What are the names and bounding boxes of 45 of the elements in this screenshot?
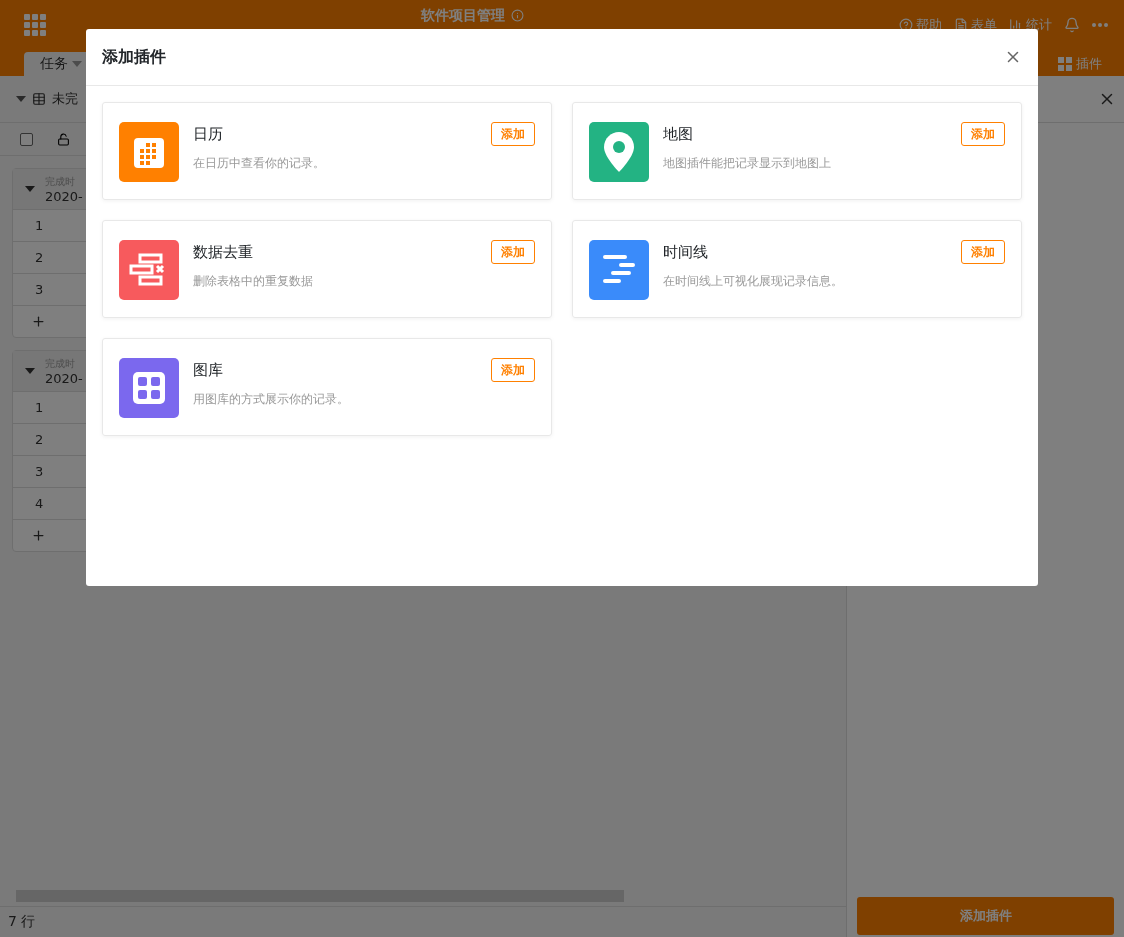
table-icon — [32, 92, 46, 106]
gallery-icon — [131, 370, 167, 406]
plugin-description: 地图插件能把记录显示到地图上 — [663, 155, 832, 172]
row-count: 7 行 — [8, 913, 36, 931]
plugin-name: 图库 — [193, 361, 224, 380]
row-number: 1 — [35, 400, 44, 415]
plugin-description: 在时间线上可视化展现记录信息。 — [663, 273, 844, 290]
map-pin-icon — [604, 132, 634, 172]
add-button[interactable]: 添加 — [491, 240, 535, 264]
add-button[interactable]: 添加 — [961, 240, 1005, 264]
caret-icon — [25, 186, 35, 192]
add-button[interactable]: 添加 — [961, 122, 1005, 146]
lock-icon[interactable] — [57, 132, 70, 146]
row-number: 2 — [35, 432, 44, 447]
plugin-name: 地图 — [663, 125, 694, 144]
caret-icon — [25, 368, 35, 374]
view-name[interactable]: 未完 — [52, 90, 78, 108]
group-value: 2020- — [45, 188, 83, 204]
row-number: 3 — [35, 282, 44, 297]
add-button[interactable]: 添加 — [491, 358, 535, 382]
row-number: 2 — [35, 250, 44, 265]
app-title: 软件项目管理 — [421, 7, 505, 23]
plugin-description: 用图库的方式展示你的记录。 — [193, 391, 350, 408]
dialog-title: 添加插件 — [102, 46, 166, 68]
info-icon — [511, 8, 524, 22]
plugin-grid-icon — [1058, 57, 1072, 71]
more-icon — [1092, 23, 1108, 27]
add-button[interactable]: 添加 — [491, 122, 535, 146]
row-number: 3 — [35, 464, 44, 479]
plugin-name: 时间线 — [663, 243, 709, 262]
plugin-description: 在日历中查看你的记录。 — [193, 155, 326, 172]
plugins-button[interactable]: 插件 — [1052, 52, 1108, 76]
plugin-name: 日历 — [193, 125, 224, 144]
plugin-name: 数据去重 — [193, 243, 254, 262]
add-row-icon[interactable] — [31, 528, 46, 543]
plugin-description: 删除表格中的重复数据 — [193, 273, 314, 290]
select-all-checkbox[interactable] — [20, 132, 33, 146]
row-number: 4 — [35, 496, 44, 511]
add-plugin-button[interactable]: 添加插件 — [857, 897, 1114, 935]
caret-icon — [72, 61, 82, 67]
row-number: 1 — [35, 218, 44, 233]
bell-icon — [1064, 17, 1080, 33]
caret-icon — [16, 96, 26, 102]
add-row-icon[interactable] — [31, 314, 46, 329]
group-value: 2020- — [45, 370, 83, 386]
